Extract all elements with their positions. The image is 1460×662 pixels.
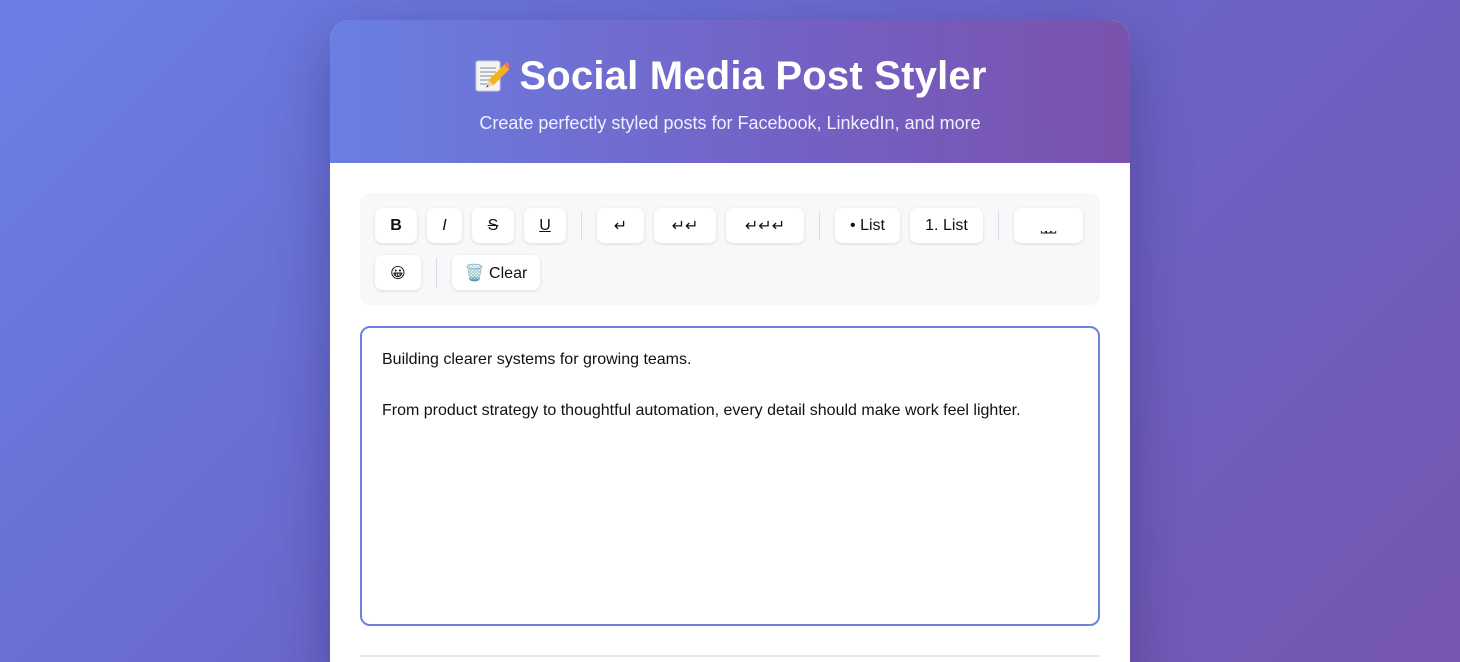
- spaces-button[interactable]: ⎵⎵⎵: [1014, 208, 1083, 243]
- numbered-list-button[interactable]: 1. List: [910, 208, 983, 243]
- bold-button[interactable]: B: [375, 208, 417, 243]
- editor-paragraph: From product strategy to thoughtful auto…: [382, 402, 1021, 419]
- page-title: Social Media Post Styler: [519, 54, 987, 98]
- underline-button[interactable]: U: [524, 208, 566, 243]
- section-divider: [360, 655, 1100, 657]
- editor-section: B I S U ↵ ↵↵ ↵↵↵ • List 1. List ⎵⎵⎵ 😀 🗑️…: [330, 163, 1130, 626]
- post-editor[interactable]: Building clearer systems for growing tea…: [360, 326, 1100, 626]
- bullet-list-button[interactable]: • List: [835, 208, 900, 243]
- memo-pencil-icon: [473, 56, 510, 96]
- strikethrough-button[interactable]: S: [472, 208, 514, 243]
- clear-button[interactable]: 🗑️ Clear: [452, 255, 540, 290]
- post-styler-card: Social Media Post Styler Create perfectl…: [330, 20, 1130, 662]
- app-header: Social Media Post Styler Create perfectl…: [330, 20, 1130, 163]
- line-break-3-button[interactable]: ↵↵↵: [726, 208, 804, 243]
- toolbar-separator: [819, 210, 820, 241]
- line-break-2-button[interactable]: ↵↵: [654, 208, 716, 243]
- italic-button[interactable]: I: [427, 208, 462, 243]
- toolbar-row-2: 😀 🗑️ Clear: [375, 255, 1085, 290]
- toolbar-separator: [436, 257, 437, 288]
- editor-paragraph: Building clearer systems for growing tea…: [382, 351, 692, 368]
- line-break-1-button[interactable]: ↵: [597, 208, 644, 243]
- page-subtitle: Create perfectly styled posts for Facebo…: [479, 113, 981, 133]
- title-row: Social Media Post Styler: [330, 52, 1130, 100]
- emoji-button[interactable]: 😀: [375, 255, 421, 290]
- toolbar-separator: [581, 210, 582, 241]
- formatting-toolbar: B I S U ↵ ↵↵ ↵↵↵ • List 1. List ⎵⎵⎵ 😀 🗑️…: [360, 193, 1100, 305]
- toolbar-separator: [998, 210, 999, 241]
- toolbar-row-1: B I S U ↵ ↵↵ ↵↵↵ • List 1. List ⎵⎵⎵: [375, 208, 1085, 243]
